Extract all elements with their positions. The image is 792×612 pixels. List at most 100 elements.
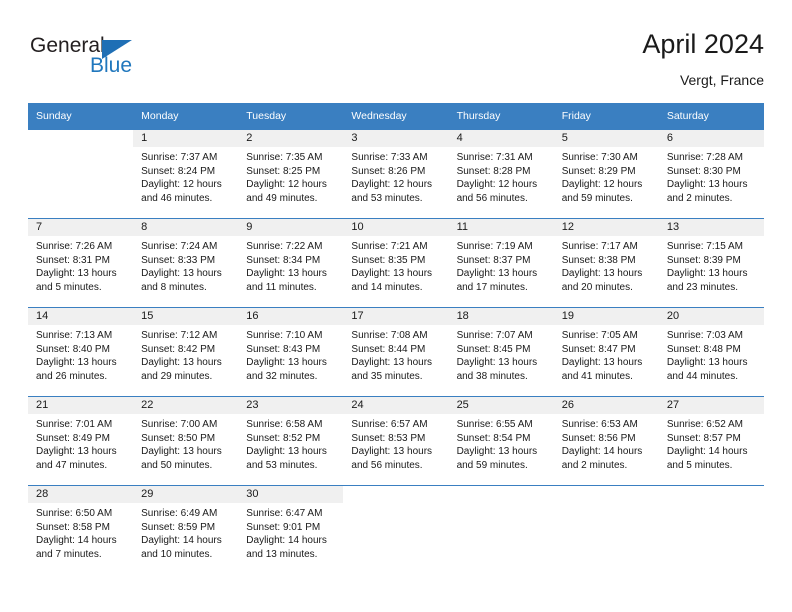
day-cell-26[interactable]: 26 Sunrise: 6:53 AM Sunset: 8:56 PM Dayl…	[553, 397, 659, 485]
sunrise-text: Sunrise: 7:10 AM	[246, 330, 323, 341]
calendar-day-cell: 22 Sunrise: 7:00 AM Sunset: 8:50 PM Dayl…	[133, 396, 239, 486]
weekday-header-tuesday: Tuesday	[238, 103, 344, 130]
day-number: 7	[28, 219, 134, 236]
daylight-text-line1: Daylight: 13 hours	[561, 268, 643, 279]
daylight-text-line1: Daylight: 14 hours	[666, 446, 748, 457]
day-info: Sunrise: 7:37 AM Sunset: 8:24 PM Dayligh…	[133, 147, 238, 205]
day-cell-empty	[554, 486, 659, 578]
day-number: 9	[238, 219, 344, 236]
weekday-header-friday: Friday	[553, 103, 659, 130]
sunrise-text: Sunrise: 7:28 AM	[666, 152, 743, 163]
day-info: Sunrise: 6:49 AM Sunset: 8:59 PM Dayligh…	[133, 503, 238, 561]
day-info: Sunrise: 7:31 AM Sunset: 8:28 PM Dayligh…	[449, 147, 554, 205]
calendar-day-cell: 21 Sunrise: 7:01 AM Sunset: 8:49 PM Dayl…	[28, 396, 134, 486]
day-info: Sunrise: 7:03 AM Sunset: 8:48 PM Dayligh…	[659, 325, 764, 383]
daylight-text-line2: and 59 minutes.	[456, 459, 528, 471]
day-number: 29	[133, 486, 239, 503]
day-cell-29[interactable]: 29 Sunrise: 6:49 AM Sunset: 8:59 PM Dayl…	[133, 486, 239, 578]
weekday-header-saturday: Saturday	[658, 103, 764, 130]
daylight-text-line2: and 2 minutes.	[561, 459, 628, 471]
day-cell-5[interactable]: 5 Sunrise: 7:30 AM Sunset: 8:29 PM Dayli…	[553, 130, 659, 218]
sunrise-text: Sunrise: 6:49 AM	[141, 508, 218, 519]
day-cell-25[interactable]: 25 Sunrise: 6:55 AM Sunset: 8:54 PM Dayl…	[448, 397, 554, 485]
day-cell-7[interactable]: 7 Sunrise: 7:26 AM Sunset: 8:31 PM Dayli…	[28, 219, 134, 307]
day-cell-22[interactable]: 22 Sunrise: 7:00 AM Sunset: 8:50 PM Dayl…	[133, 397, 239, 485]
day-cell-14[interactable]: 14 Sunrise: 7:13 AM Sunset: 8:40 PM Dayl…	[28, 308, 134, 396]
day-cell-20[interactable]: 20 Sunrise: 7:03 AM Sunset: 8:48 PM Dayl…	[658, 308, 764, 396]
day-number: 8	[133, 219, 239, 236]
day-cell-10[interactable]: 10 Sunrise: 7:21 AM Sunset: 8:35 PM Dayl…	[343, 219, 449, 307]
day-cell-empty	[449, 486, 554, 578]
day-cell-4[interactable]: 4 Sunrise: 7:31 AM Sunset: 8:28 PM Dayli…	[448, 130, 554, 218]
sunset-text: Sunset: 8:56 PM	[561, 432, 636, 444]
day-cell-2[interactable]: 2 Sunrise: 7:35 AM Sunset: 8:25 PM Dayli…	[238, 130, 344, 218]
weekday-header-monday: Monday	[133, 103, 239, 130]
daylight-text-line1: Daylight: 13 hours	[36, 268, 117, 279]
sunrise-text: Sunrise: 7:22 AM	[246, 241, 323, 252]
daylight-text-line2: and 13 minutes.	[246, 548, 318, 560]
daylight-text-line2: and 26 minutes.	[36, 370, 108, 382]
day-cell-13[interactable]: 13 Sunrise: 7:15 AM Sunset: 8:39 PM Dayl…	[658, 219, 764, 307]
daylight-text-line1: Daylight: 12 hours	[561, 179, 643, 190]
daylight-text-line1: Daylight: 14 hours	[36, 535, 117, 546]
day-info: Sunrise: 7:33 AM Sunset: 8:26 PM Dayligh…	[343, 147, 448, 205]
sunrise-text: Sunrise: 6:57 AM	[351, 419, 428, 430]
daylight-text-line2: and 29 minutes.	[141, 370, 213, 382]
day-cell-6[interactable]: 6 Sunrise: 7:28 AM Sunset: 8:30 PM Dayli…	[658, 130, 764, 218]
day-number: 3	[343, 130, 449, 147]
calendar-day-cell: 2 Sunrise: 7:35 AM Sunset: 8:25 PM Dayli…	[238, 129, 344, 219]
daylight-text-line2: and 41 minutes.	[561, 370, 633, 382]
day-cell-3[interactable]: 3 Sunrise: 7:33 AM Sunset: 8:26 PM Dayli…	[343, 130, 449, 218]
day-number	[28, 130, 133, 147]
day-cell-8[interactable]: 8 Sunrise: 7:24 AM Sunset: 8:33 PM Dayli…	[133, 219, 239, 307]
sunset-text: Sunset: 8:24 PM	[141, 165, 216, 177]
day-cell-30[interactable]: 30 Sunrise: 6:47 AM Sunset: 9:01 PM Dayl…	[238, 486, 344, 578]
daylight-text-line2: and 47 minutes.	[36, 459, 108, 471]
day-cell-18[interactable]: 18 Sunrise: 7:07 AM Sunset: 8:45 PM Dayl…	[448, 308, 554, 396]
day-number: 28	[28, 486, 134, 503]
sunset-text: Sunset: 9:01 PM	[246, 521, 321, 533]
daylight-text-line2: and 5 minutes.	[666, 459, 733, 471]
daylight-text-line2: and 44 minutes.	[666, 370, 739, 382]
day-cell-21[interactable]: 21 Sunrise: 7:01 AM Sunset: 8:49 PM Dayl…	[28, 397, 134, 485]
day-cell-27[interactable]: 27 Sunrise: 6:52 AM Sunset: 8:57 PM Dayl…	[658, 397, 764, 485]
daylight-text-line1: Daylight: 13 hours	[456, 446, 538, 457]
daylight-text-line1: Daylight: 13 hours	[36, 357, 117, 368]
day-cell-1[interactable]: 1 Sunrise: 7:37 AM Sunset: 8:24 PM Dayli…	[133, 130, 239, 218]
daylight-text-line1: Daylight: 13 hours	[141, 357, 222, 368]
daylight-text-line1: Daylight: 14 hours	[246, 535, 327, 546]
daylight-text-line2: and 56 minutes.	[456, 192, 528, 204]
day-cell-23[interactable]: 23 Sunrise: 6:58 AM Sunset: 8:52 PM Dayl…	[238, 397, 344, 485]
sunset-text: Sunset: 8:31 PM	[36, 254, 110, 266]
daylight-text-line2: and 8 minutes.	[141, 281, 207, 293]
day-cell-15[interactable]: 15 Sunrise: 7:12 AM Sunset: 8:42 PM Dayl…	[133, 308, 239, 396]
calendar-day-cell: 25 Sunrise: 6:55 AM Sunset: 8:54 PM Dayl…	[448, 396, 554, 486]
sunset-text: Sunset: 8:37 PM	[456, 254, 531, 266]
sunset-text: Sunset: 8:29 PM	[561, 165, 636, 177]
day-number	[554, 486, 659, 503]
sunset-text: Sunset: 8:49 PM	[36, 432, 110, 444]
daylight-text-line2: and 50 minutes.	[141, 459, 213, 471]
day-cell-24[interactable]: 24 Sunrise: 6:57 AM Sunset: 8:53 PM Dayl…	[343, 397, 449, 485]
sunset-text: Sunset: 8:59 PM	[141, 521, 216, 533]
calendar-day-cell: 23 Sunrise: 6:58 AM Sunset: 8:52 PM Dayl…	[238, 396, 344, 486]
day-cell-empty	[28, 130, 133, 218]
day-cell-9[interactable]: 9 Sunrise: 7:22 AM Sunset: 8:34 PM Dayli…	[238, 219, 344, 307]
day-cell-11[interactable]: 11 Sunrise: 7:19 AM Sunset: 8:37 PM Dayl…	[448, 219, 554, 307]
day-cell-19[interactable]: 19 Sunrise: 7:05 AM Sunset: 8:47 PM Dayl…	[553, 308, 659, 396]
daylight-text-line2: and 17 minutes.	[456, 281, 528, 293]
day-cell-17[interactable]: 17 Sunrise: 7:08 AM Sunset: 8:44 PM Dayl…	[343, 308, 449, 396]
day-cell-12[interactable]: 12 Sunrise: 7:17 AM Sunset: 8:38 PM Dayl…	[553, 219, 659, 307]
daylight-text-line1: Daylight: 14 hours	[141, 535, 222, 546]
day-number: 23	[238, 397, 344, 414]
sunrise-text: Sunrise: 7:12 AM	[141, 330, 218, 341]
calendar-day-cell: 17 Sunrise: 7:08 AM Sunset: 8:44 PM Dayl…	[343, 307, 449, 397]
sunrise-text: Sunrise: 7:03 AM	[666, 330, 743, 341]
day-cell-16[interactable]: 16 Sunrise: 7:10 AM Sunset: 8:43 PM Dayl…	[238, 308, 344, 396]
day-number: 25	[448, 397, 554, 414]
day-number: 1	[133, 130, 239, 147]
sunrise-text: Sunrise: 6:53 AM	[561, 419, 638, 430]
day-cell-28[interactable]: 28 Sunrise: 6:50 AM Sunset: 8:58 PM Dayl…	[28, 486, 134, 578]
calendar-week-row: 1 Sunrise: 7:37 AM Sunset: 8:24 PM Dayli…	[28, 129, 764, 219]
day-number: 11	[448, 219, 554, 236]
